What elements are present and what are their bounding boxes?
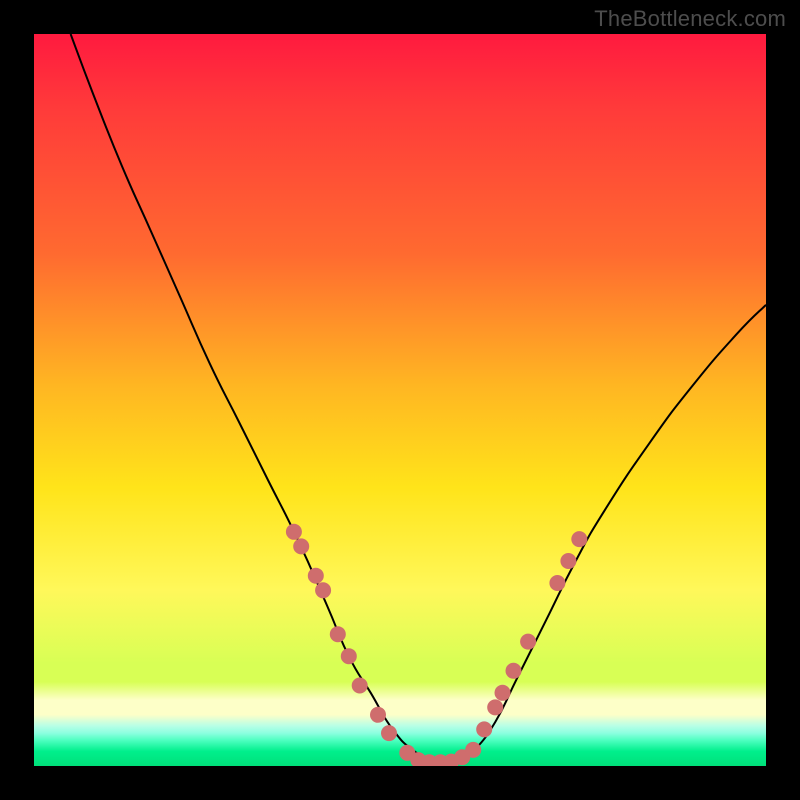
sample-dot	[560, 553, 576, 569]
sample-dot	[352, 678, 368, 694]
bottleneck-curve	[71, 34, 766, 764]
sample-dot	[330, 626, 346, 642]
sample-dot	[341, 648, 357, 664]
sample-dot	[465, 742, 481, 758]
sample-dot	[506, 663, 522, 679]
sample-dot	[370, 707, 386, 723]
sample-dot	[549, 575, 565, 591]
sample-dot	[487, 699, 503, 715]
plot-area	[34, 34, 766, 766]
sample-dot	[495, 685, 511, 701]
sample-dot	[520, 634, 536, 650]
sample-dot	[286, 524, 302, 540]
sample-dot	[308, 568, 324, 584]
sample-dot	[315, 582, 331, 598]
sample-dot	[293, 538, 309, 554]
sample-dot	[476, 721, 492, 737]
curve-layer	[34, 34, 766, 766]
watermark-text: TheBottleneck.com	[594, 6, 786, 32]
chart-frame: TheBottleneck.com	[0, 0, 800, 800]
sample-dot	[381, 725, 397, 741]
sample-dots-group	[286, 524, 587, 766]
sample-dot	[571, 531, 587, 547]
